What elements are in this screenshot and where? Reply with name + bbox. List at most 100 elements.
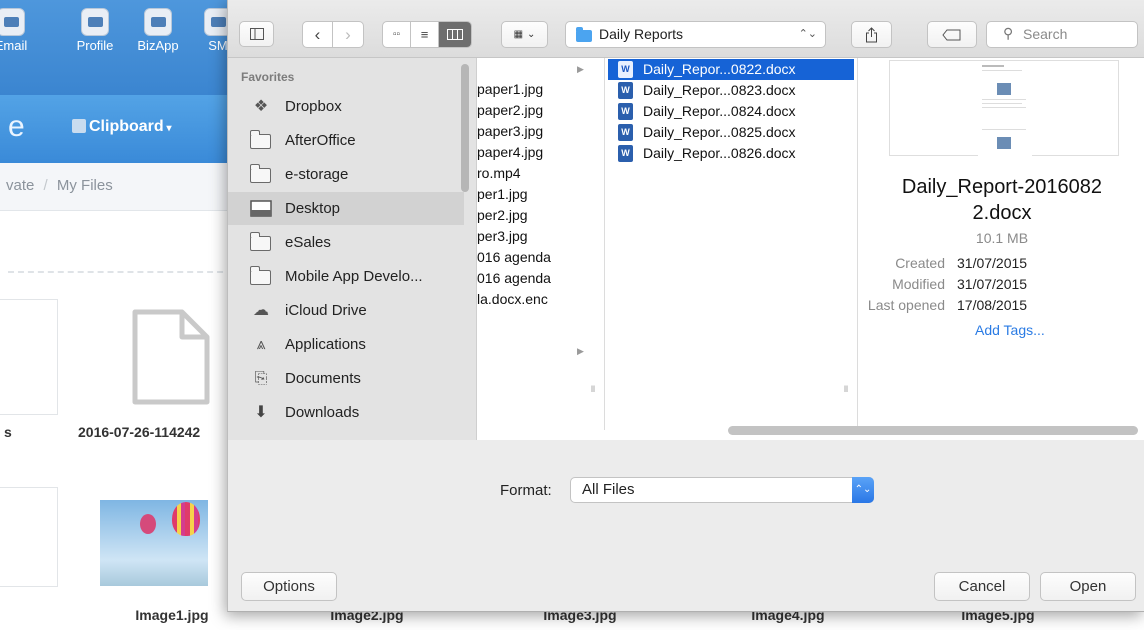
list-item[interactable]: la.docx.enc: [477, 289, 604, 310]
chevron-down-icon: ▾: [163, 123, 172, 134]
column-resize-icon[interactable]: ll: [844, 384, 848, 394]
view-mode-segmented: ▫▫ ≡: [382, 21, 472, 48]
disclosure-arrow-icon: ▶: [577, 64, 584, 74]
folder-icon: [249, 164, 271, 183]
icon-grid-icon: ▫▫: [392, 29, 401, 40]
desktop-icon: [250, 200, 272, 217]
file-tile[interactable]: [0, 299, 58, 415]
dropbox-icon: ❖: [253, 98, 269, 115]
chevron-left-icon: ‹: [314, 24, 321, 44]
cancel-button[interactable]: Cancel: [934, 572, 1030, 601]
clipboard-button[interactable]: Clipboard ▾: [72, 118, 171, 136]
add-tags-link[interactable]: Add Tags...: [975, 322, 1045, 338]
sidebar-scrollbar[interactable]: [461, 64, 469, 192]
last-opened-value: 17/08/2015: [957, 297, 1028, 313]
format-label: Format:: [500, 482, 552, 499]
column-resize-icon[interactable]: ll: [591, 384, 595, 394]
navigation-buttons: ‹ ›: [302, 21, 364, 48]
list-item[interactable]: 016 agenda: [477, 268, 604, 289]
list-item[interactable]: ro.mp4: [477, 163, 604, 184]
sidebar-item-partial[interactable]: ⌂: [228, 430, 464, 440]
file-name: Daily_Repor...0822.docx: [643, 61, 796, 77]
sidebar-item-downloads[interactable]: ⬇ Downloads: [228, 396, 464, 429]
open-label: Open: [1069, 578, 1107, 595]
sidebar-item-e-storage[interactable]: e-storage: [228, 158, 464, 191]
document-thumbnail: [889, 60, 1119, 157]
list-item[interactable]: W Daily_Repor...0823.docx: [608, 80, 854, 101]
sidebar-item-dropbox[interactable]: ❖ Dropbox: [228, 90, 464, 123]
divider: [8, 271, 233, 273]
downloads-icon: ⬇: [254, 404, 268, 421]
updown-arrows-icon: ⌃⌄: [798, 28, 817, 40]
last-opened-label: Last opened: [867, 297, 945, 313]
sidebar-item-documents[interactable]: ⎘ Documents: [228, 362, 464, 395]
documents-icon: ⎘: [254, 370, 268, 387]
sidebar-item-icloud[interactable]: ☁ iCloud Drive: [228, 294, 464, 327]
folder-icon: [249, 266, 271, 285]
icon-view-button[interactable]: ▫▫: [383, 22, 411, 47]
sidebar-item-esales[interactable]: eSales: [228, 226, 464, 259]
document-icon: [132, 309, 210, 405]
created-value: 31/07/2015: [957, 255, 1028, 271]
file-name: Daily_Repor...0825.docx: [643, 124, 796, 140]
open-button[interactable]: Open: [1040, 572, 1136, 601]
sidebar-item-label: AfterOffice: [285, 132, 356, 149]
word-document-icon: W: [618, 145, 633, 162]
breadcrumb-separator: /: [43, 177, 48, 194]
profile-toolbar-button[interactable]: Profile: [72, 8, 118, 53]
list-item[interactable]: 016 agenda: [477, 247, 604, 268]
sidebar-item-desktop[interactable]: Desktop: [228, 192, 464, 225]
options-button[interactable]: Options: [241, 572, 337, 601]
updown-arrows-icon: ⌃⌄: [852, 477, 874, 503]
horizontal-scrollbar[interactable]: [728, 426, 1138, 435]
email-toolbar-button[interactable]: Email: [0, 8, 34, 53]
arrange-menu-button[interactable]: ▦ ⌄: [501, 21, 548, 48]
image-tile[interactable]: [0, 487, 58, 587]
location-popup[interactable]: Daily Reports ⌃⌄: [565, 21, 826, 48]
sidebar-heading: Favorites: [241, 70, 295, 84]
clipboard-icon: [72, 119, 86, 133]
chevron-right-icon: ›: [345, 24, 351, 44]
share-icon: [866, 26, 877, 42]
format-value: All Files: [582, 481, 635, 498]
list-item[interactable]: paper2.jpg: [477, 100, 604, 121]
list-item[interactable]: W Daily_Repor...0826.docx: [608, 143, 854, 164]
column-files: W Daily_Repor...0822.docx W Daily_Repor...…: [606, 58, 858, 430]
list-item[interactable]: per1.jpg: [477, 184, 604, 205]
back-button[interactable]: ‹: [303, 22, 333, 47]
list-view-button[interactable]: ≡: [411, 22, 439, 47]
list-item[interactable]: per2.jpg: [477, 205, 604, 226]
list-item[interactable]: W Daily_Repor...0825.docx: [608, 122, 854, 143]
folder-icon: [249, 130, 271, 149]
sidebar-item-applications[interactable]: ⩓ Applications: [228, 328, 464, 361]
sidebar-item-mobile-app[interactable]: Mobile App Develo...: [228, 260, 464, 293]
tags-button[interactable]: [927, 21, 977, 48]
forward-button[interactable]: ›: [333, 22, 363, 47]
list-item[interactable]: per3.jpg: [477, 226, 604, 247]
format-select[interactable]: All Files ⌃⌄: [570, 477, 874, 503]
column-view-button[interactable]: [439, 22, 471, 47]
share-button[interactable]: [851, 21, 892, 48]
sidebar-item-afteroffice[interactable]: AfterOffice: [228, 124, 464, 157]
breadcrumb-part[interactable]: vate: [6, 177, 34, 194]
image-thumbnail[interactable]: [100, 500, 208, 586]
list-item[interactable]: W Daily_Repor...0822.docx: [608, 59, 854, 80]
sidebar-item-label: e-storage: [285, 166, 349, 183]
list-item[interactable]: paper1.jpg: [477, 79, 604, 100]
file-label: 2016-07-26-114242: [78, 424, 201, 440]
word-document-icon: W: [618, 61, 633, 78]
list-item[interactable]: W Daily_Repor...0824.docx: [608, 101, 854, 122]
search-field[interactable]: ⚲ Search: [986, 21, 1138, 48]
bizapp-toolbar-button[interactable]: BizApp: [135, 8, 181, 53]
options-label: Options: [263, 578, 315, 595]
file-name: Daily_Repor...0824.docx: [643, 103, 796, 119]
list-item[interactable]: [477, 58, 604, 79]
document-page-icon: [978, 61, 1032, 157]
list-item[interactable]: paper3.jpg: [477, 121, 604, 142]
arrange-icon: ▦: [513, 29, 524, 40]
file-browser: paper1.jpg paper2.jpg paper3.jpg paper4.…: [477, 58, 1144, 440]
word-document-icon: W: [618, 82, 633, 99]
sidebar-toggle-button[interactable]: [239, 21, 274, 47]
list-item[interactable]: paper4.jpg: [477, 142, 604, 163]
folder-icon: [249, 232, 271, 251]
